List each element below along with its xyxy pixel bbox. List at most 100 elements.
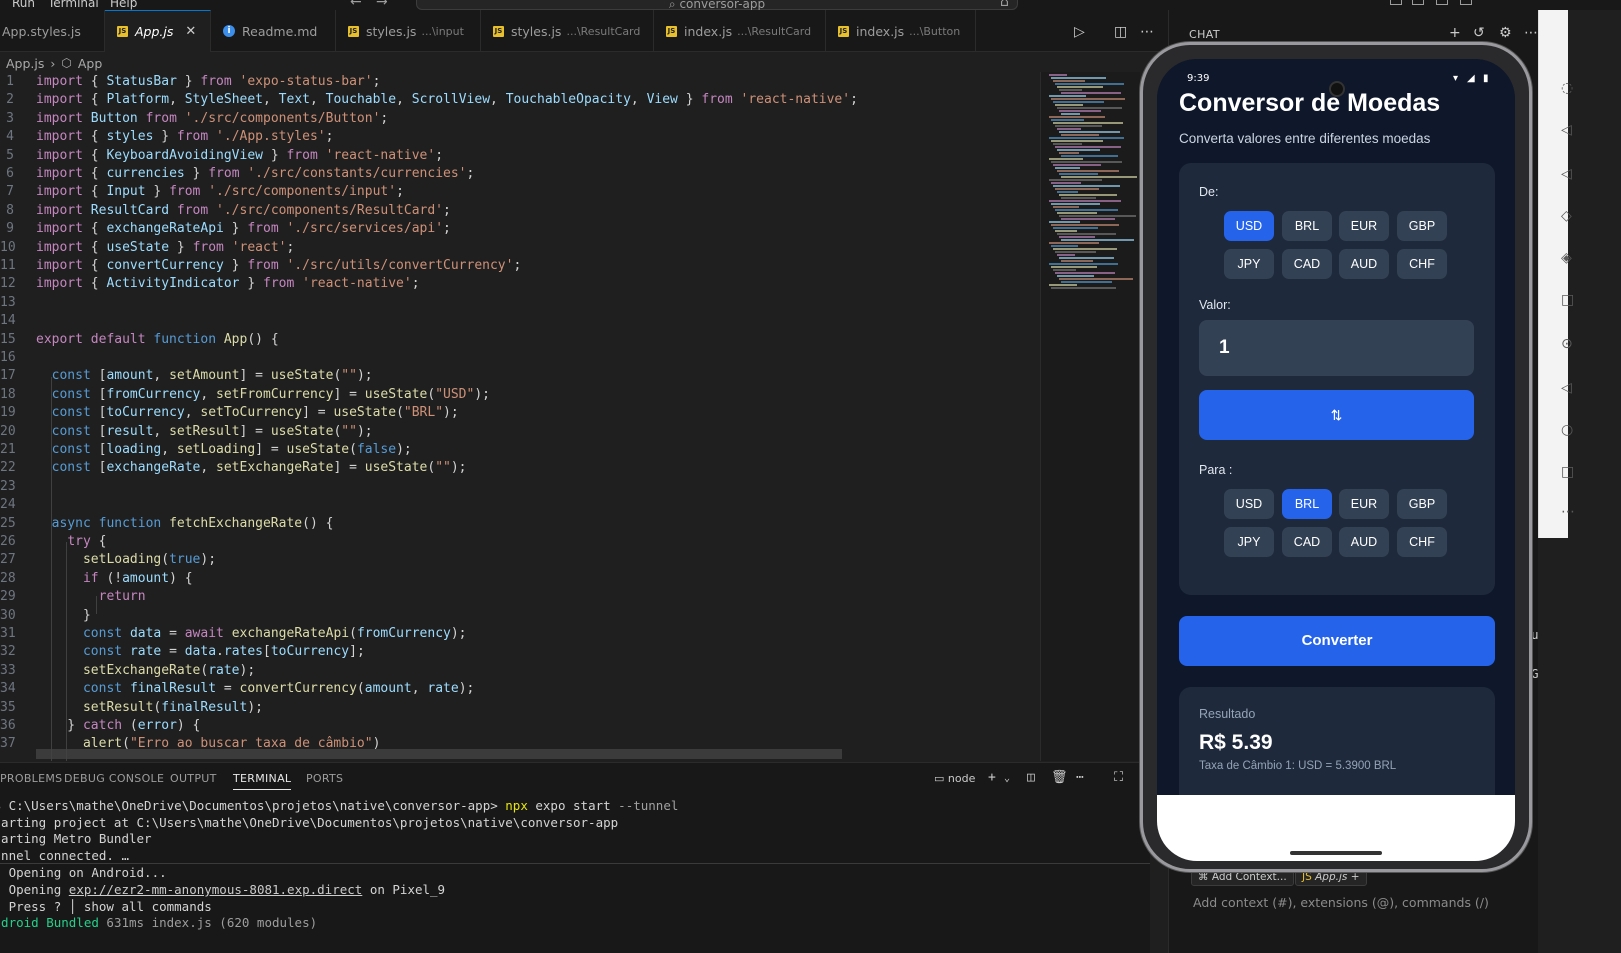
panel-tab-terminal[interactable]: TERMINAL	[233, 772, 292, 790]
terminal-selector[interactable]: ▭ node	[934, 772, 975, 785]
home-icon[interactable]: ○	[1561, 422, 1573, 438]
tab-index-button[interactable]: JS index.js ...\Button	[826, 10, 976, 52]
arrow-left-icon[interactable]: ←	[350, 0, 362, 10]
minimap-line	[1049, 179, 1102, 181]
chevron-down-icon[interactable]: ⌄	[1004, 773, 1010, 784]
to-currency-chf[interactable]: CHF	[1397, 527, 1447, 557]
back-icon[interactable]: ◁	[1561, 380, 1572, 396]
amount-input[interactable]: 1	[1199, 320, 1474, 376]
swap-currencies-button[interactable]: ⇅	[1199, 390, 1474, 440]
panel-tab-ports[interactable]: PORTS	[306, 772, 343, 785]
from-currency-gbp[interactable]: GBP	[1397, 211, 1447, 241]
more-actions-icon[interactable]: ⋯	[1140, 24, 1154, 40]
line-number: 10	[0, 239, 16, 255]
overview-icon[interactable]: □	[1561, 464, 1574, 480]
command-center[interactable]: ⌕ conversor-app	[416, 0, 1018, 10]
emulator-toolbar-area: ◌ ◁ ◁ ◇ ◈ □ ⊙ ◁ ○ □ ⋯	[1538, 10, 1621, 953]
gesture-bar[interactable]	[1290, 851, 1382, 855]
terminal-line: PS C:\Users\mathe\OneDrive\Documentos\pr…	[0, 798, 679, 813]
minimap[interactable]	[1040, 72, 1140, 761]
from-currency-aud[interactable]: AUD	[1339, 249, 1389, 279]
breadcrumb-file[interactable]: App.js	[6, 56, 44, 71]
code-text: } catch (error) {	[36, 718, 201, 733]
code-text: import { ActivityIndicator } from 'react…	[36, 276, 420, 292]
breadcrumb-symbol[interactable]: App	[78, 56, 102, 71]
from-currency-jpy[interactable]: JPY	[1224, 249, 1274, 279]
from-currency-usd[interactable]: USD	[1224, 211, 1274, 241]
menu-help[interactable]: Help	[110, 0, 137, 10]
more-actions-icon[interactable]: ⋯	[1524, 25, 1538, 41]
power-icon[interactable]: ◌	[1561, 80, 1573, 96]
new-terminal-icon[interactable]: +	[988, 770, 996, 785]
panel-tab-debug-console[interactable]: DEBUG CONSOLE	[64, 772, 164, 785]
panel-tab-problems[interactable]: PROBLEMS	[0, 772, 62, 785]
to-currency-gbp[interactable]: GBP	[1397, 489, 1447, 519]
to-currency-jpy[interactable]: JPY	[1224, 527, 1274, 557]
layout-panel-icon[interactable]	[1436, 0, 1448, 5]
to-currency-aud[interactable]: AUD	[1339, 527, 1389, 557]
chat-input[interactable]: Add context (#), extensions (@), command…	[1193, 895, 1489, 910]
chevron-right-icon: ›	[50, 55, 56, 71]
device-screen[interactable]: 9:39 ▾ ◢ ▮ Conversor de Moedas Converta …	[1157, 59, 1515, 861]
new-chat-icon[interactable]: +	[1449, 25, 1461, 41]
app-view: 9:39 ▾ ◢ ▮ Conversor de Moedas Converta …	[1157, 59, 1515, 795]
minimap-line	[1057, 86, 1103, 88]
menu-terminal[interactable]: Terminal	[48, 0, 99, 10]
trash-icon[interactable]: 🗑	[1051, 770, 1068, 785]
split-editor-icon[interactable]: ◫	[1114, 24, 1127, 40]
code-editor[interactable]: 1 import { StatusBar } from 'expo-status-…	[0, 72, 1040, 761]
minimap-line	[1057, 275, 1094, 277]
to-currency-cad[interactable]: CAD	[1282, 527, 1332, 557]
split-terminal-icon[interactable]: ◫	[1027, 770, 1035, 785]
rotate-right-icon[interactable]: ◈	[1561, 250, 1572, 266]
line-number: 34	[0, 681, 16, 697]
terminal-line: Starting Metro Bundler	[0, 831, 152, 846]
to-currency-usd[interactable]: USD	[1224, 489, 1274, 519]
layout-sidebar-icon[interactable]	[1412, 0, 1424, 5]
tab-app-styles[interactable]: App.styles.js	[0, 10, 105, 52]
from-currency-chf[interactable]: CHF	[1397, 249, 1447, 279]
javascript-icon: JS	[117, 26, 128, 37]
minimap-line	[1049, 74, 1067, 76]
tab-hint: ...\ResultCard	[566, 24, 641, 38]
tab-index-resultcard[interactable]: JS index.js ...\ResultCard	[654, 10, 826, 52]
from-currency-cad[interactable]: CAD	[1282, 249, 1332, 279]
close-icon[interactable]: ✕	[185, 24, 196, 39]
run-icon[interactable]: ▷	[1074, 24, 1085, 40]
camera-icon[interactable]: □	[1561, 292, 1574, 308]
more-icon[interactable]: ⋯	[1561, 504, 1575, 520]
maximize-panel-icon[interactable]: ⛶	[1114, 770, 1123, 785]
more-actions-icon[interactable]: ⋯	[1076, 770, 1084, 785]
arrow-right-icon[interactable]: →	[376, 0, 388, 10]
breadcrumb: App.js › ⬡ App	[0, 54, 102, 72]
minimap-line	[1049, 263, 1118, 265]
to-currency-eur[interactable]: EUR	[1339, 489, 1389, 519]
tab-styles-input[interactable]: JS styles.js ...\input	[336, 10, 481, 52]
to-currency-brl[interactable]: BRL	[1282, 489, 1332, 519]
menu-run[interactable]: Run	[12, 0, 35, 10]
zoom-icon[interactable]: ⊙	[1561, 336, 1573, 352]
gear-icon[interactable]: ⚙	[1499, 25, 1512, 41]
layout-icon[interactable]	[1390, 0, 1402, 5]
plus-icon[interactable]: +	[1347, 871, 1360, 883]
convert-button[interactable]: Converter	[1179, 616, 1495, 666]
volume-up-icon[interactable]: ◁	[1561, 122, 1572, 138]
line-number: 12	[0, 276, 16, 292]
horizontal-scrollbar[interactable]	[36, 749, 842, 759]
emulator-toolbar: ◌ ◁ ◁ ◇ ◈ □ ⊙ ◁ ○ □ ⋯	[1538, 10, 1575, 538]
rotate-icon[interactable]: ◇	[1561, 208, 1572, 224]
tab-readme[interactable]: i Readme.md	[211, 10, 336, 52]
volume-down-icon[interactable]: ◁	[1561, 166, 1572, 182]
copilot-icon[interactable]: ⌂	[1000, 0, 1009, 10]
result-card: Resultado R$ 5.39 Taxa de Câmbio 1: USD …	[1179, 687, 1495, 795]
tab-label: App.styles.js	[2, 23, 81, 39]
tab-app-js[interactable]: JS App.js ✕	[105, 10, 211, 52]
history-icon[interactable]: ↺	[1473, 25, 1485, 41]
layout-right-icon[interactable]	[1460, 0, 1472, 5]
from-currency-brl[interactable]: BRL	[1282, 211, 1332, 241]
from-currency-eur[interactable]: EUR	[1339, 211, 1389, 241]
tab-styles-resultcard[interactable]: JS styles.js ...\ResultCard	[481, 10, 654, 52]
minimap-line	[1055, 230, 1077, 232]
panel-tab-output[interactable]: OUTPUT	[170, 772, 217, 785]
minimap-line	[1049, 116, 1105, 118]
